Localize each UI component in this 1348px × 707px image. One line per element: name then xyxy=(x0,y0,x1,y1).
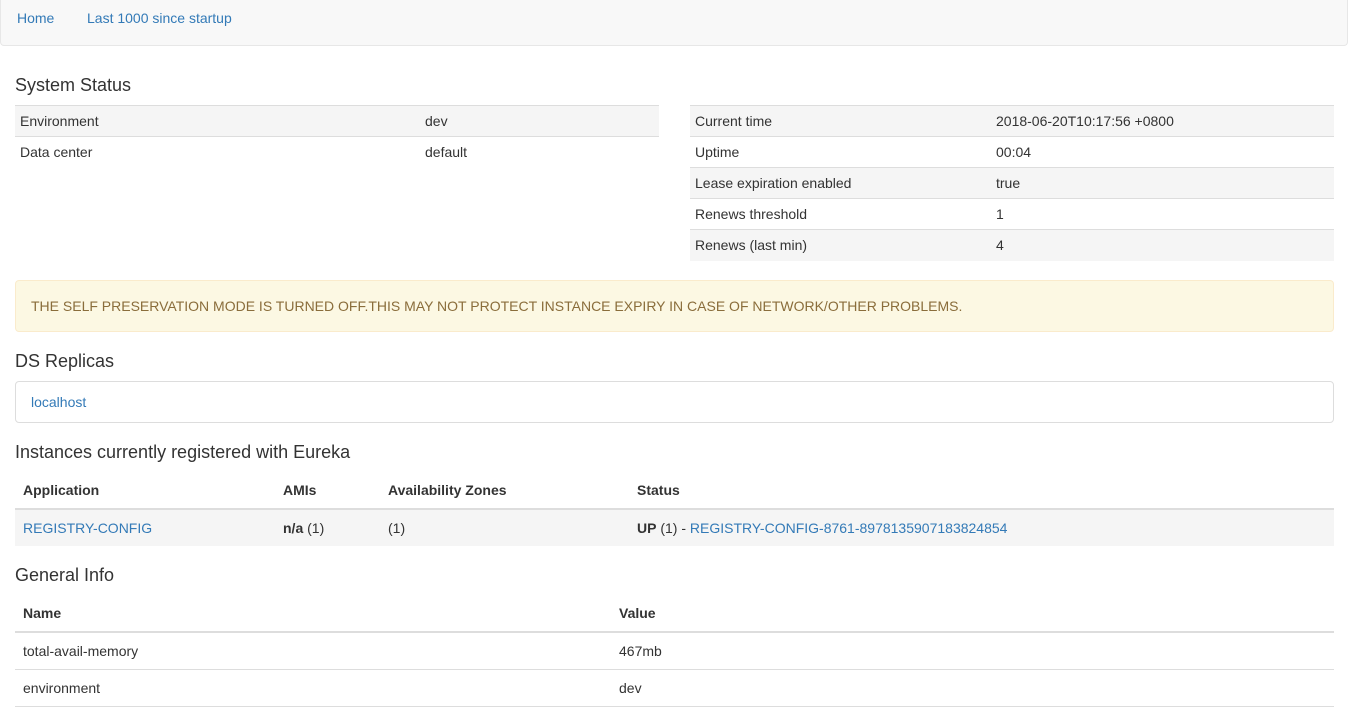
replica-link-localhost[interactable]: localhost xyxy=(31,394,86,410)
system-status-title: System Status xyxy=(15,75,132,95)
uptime-value: 00:04 xyxy=(991,136,1334,168)
table-row: environment dev xyxy=(15,669,1334,707)
status-value: UP xyxy=(637,520,657,536)
column-header-amis: AMIs xyxy=(275,471,380,510)
amis-value: n/a xyxy=(283,520,304,536)
status-cell: UP (1) - REGISTRY-CONFIG-8761-8978135907… xyxy=(629,509,1334,546)
self-preservation-alert: THE SELF PRESERVATION MODE IS TURNED OFF… xyxy=(15,280,1334,332)
availability-zones-cell: (1) xyxy=(380,509,629,546)
lease-expiration-label: Lease expiration enabled xyxy=(690,167,991,199)
table-row: Renews (last min) 4 xyxy=(690,229,1334,261)
environment-value: dev xyxy=(420,105,659,137)
environment-label: Environment xyxy=(15,105,420,137)
renews-last-min-label: Renews (last min) xyxy=(690,229,991,261)
amis-count: (1) xyxy=(303,520,325,536)
system-status-right-table: Current time 2018-06-20T10:17:56 +0800 U… xyxy=(690,105,1334,261)
table-row: REGISTRY-CONFIG n/a (1) (1) UP (1) - REG… xyxy=(15,509,1334,546)
current-time-value: 2018-06-20T10:17:56 +0800 xyxy=(991,105,1334,137)
table-header-row: Name Value xyxy=(15,594,1334,633)
renews-threshold-label: Renews threshold xyxy=(690,198,991,230)
table-row: Uptime 00:04 xyxy=(690,136,1334,168)
amis-cell: n/a (1) xyxy=(275,509,380,546)
table-row: Renews threshold 1 xyxy=(690,198,1334,230)
column-header-status: Status xyxy=(629,471,1334,510)
ds-replicas-list: localhost xyxy=(15,381,1334,423)
table-row: Current time 2018-06-20T10:17:56 +0800 xyxy=(690,105,1334,137)
lease-expiration-value: true xyxy=(991,167,1334,199)
general-info-table: Name Value total-avail-memory 467mb envi… xyxy=(15,594,1334,707)
application-cell: REGISTRY-CONFIG xyxy=(15,509,275,546)
nav-last-1000-link[interactable]: Last 1000 since startup xyxy=(87,10,232,26)
column-header-application: Application xyxy=(15,471,275,510)
info-name-cell: environment xyxy=(15,669,611,707)
info-value-cell: dev xyxy=(611,669,1334,707)
application-link[interactable]: REGISTRY-CONFIG xyxy=(23,520,152,536)
table-header-row: Application AMIs Availability Zones Stat… xyxy=(15,471,1334,510)
renews-threshold-value: 1 xyxy=(991,198,1334,230)
renews-last-min-value: 4 xyxy=(991,229,1334,261)
data-center-label: Data center xyxy=(15,136,420,168)
ds-replicas-title: DS Replicas xyxy=(15,351,115,371)
instance-id-link[interactable]: REGISTRY-CONFIG-8761-8978135907183824854 xyxy=(690,520,1008,536)
column-header-availability-zones: Availability Zones xyxy=(380,471,629,510)
info-value-cell: 467mb xyxy=(611,632,1334,670)
general-info-title: General Info xyxy=(15,565,115,585)
table-row: Data center default xyxy=(15,136,659,168)
current-time-label: Current time xyxy=(690,105,991,137)
table-row: Lease expiration enabled true xyxy=(690,167,1334,199)
status-count: (1) - xyxy=(656,520,690,536)
info-name-cell: total-avail-memory xyxy=(15,632,611,670)
column-header-name: Name xyxy=(15,594,611,633)
instances-table: Application AMIs Availability Zones Stat… xyxy=(15,471,1334,546)
table-row: Environment dev xyxy=(15,105,659,137)
top-navbar: Home Last 1000 since startup xyxy=(0,0,1348,46)
column-header-value: Value xyxy=(611,594,1334,633)
nav-home-link[interactable]: Home xyxy=(17,10,54,26)
instances-title: Instances currently registered with Eure… xyxy=(15,442,351,462)
data-center-value: default xyxy=(420,136,659,168)
table-row: total-avail-memory 467mb xyxy=(15,632,1334,670)
uptime-label: Uptime xyxy=(690,136,991,168)
system-status-left-table: Environment dev Data center default xyxy=(15,105,659,168)
